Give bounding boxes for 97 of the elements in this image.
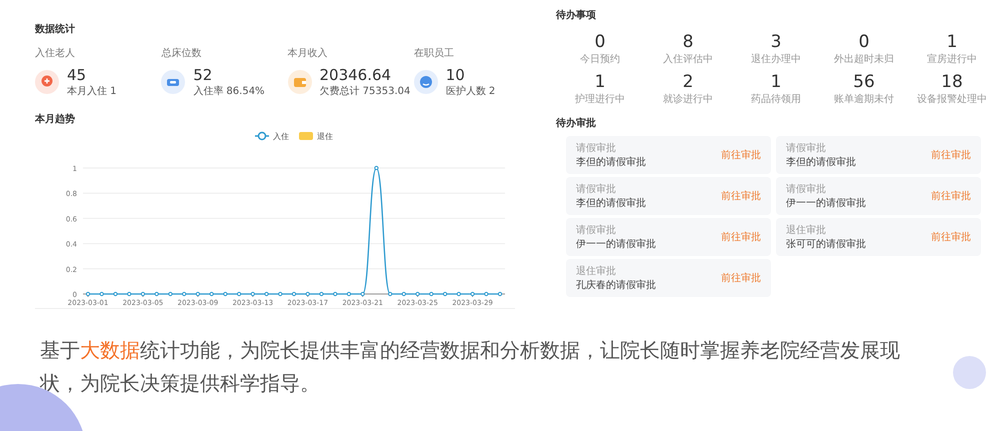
todo-label: 宣房进行中	[926, 52, 978, 66]
data-point	[360, 292, 365, 296]
data-point	[113, 292, 118, 296]
approval-title: 孔庆春的请假审批	[576, 278, 656, 292]
approve-link[interactable]: 前往审批	[931, 189, 971, 203]
data-point	[402, 292, 406, 296]
approval-title: 李但的请假审批	[786, 156, 856, 169]
todo-count: 3	[770, 32, 782, 52]
stat-label: 本月收入	[288, 46, 328, 60]
approve-link[interactable]: 前往审批	[721, 271, 761, 285]
wallet-icon	[288, 70, 312, 94]
bed-icon	[161, 70, 186, 94]
data-point	[250, 292, 255, 296]
approval-type: 请假审批	[576, 142, 617, 155]
section-title: 本月趋势	[35, 112, 76, 126]
data-point	[319, 292, 324, 296]
stat-subtext: 医护人数 2	[446, 84, 496, 98]
data-point	[498, 292, 502, 296]
data-point	[429, 292, 434, 296]
data-point	[210, 292, 214, 296]
stat-subtext: 本月入住 1	[67, 84, 117, 98]
stat-label: 入住老人	[35, 46, 76, 60]
legend-item[interactable]: 退住	[299, 132, 333, 141]
data-point	[484, 292, 488, 296]
data-point	[278, 292, 282, 296]
data-point	[127, 292, 132, 296]
todo-count: 2	[682, 72, 694, 92]
data-point	[374, 166, 378, 170]
todo-label: 今日预约	[579, 53, 621, 66]
person-icon	[414, 70, 438, 94]
data-point	[223, 292, 228, 296]
stat-label: 总床位数	[161, 46, 202, 60]
approve-link[interactable]: 前往审批	[721, 189, 761, 203]
data-point	[292, 292, 296, 296]
data-point	[140, 292, 146, 296]
legend-label: 退住	[317, 132, 333, 141]
section-title: 数据统计	[35, 22, 76, 36]
todo-count: 18	[940, 72, 964, 92]
stat-value: 45	[67, 66, 88, 84]
data-point	[442, 292, 448, 296]
todo-count: 56	[852, 72, 876, 92]
data-point	[306, 292, 310, 296]
stat-subtext: 欠费总计 75353.04	[320, 84, 410, 98]
stat-value: 20346.64	[320, 66, 392, 84]
todo-label: 退住办理中	[750, 52, 802, 66]
data-point	[346, 292, 352, 296]
data-point	[333, 292, 338, 296]
todo-count: 8	[682, 32, 694, 52]
approve-link[interactable]: 前往审批	[721, 230, 761, 244]
todo-count: 1	[946, 32, 958, 52]
approval-type: 请假审批	[786, 182, 827, 196]
todo-label: 账单逾期未付	[833, 92, 895, 106]
stat-value: 52	[193, 66, 214, 84]
todo-count: 1	[770, 72, 782, 92]
todo-label: 就诊进行中	[662, 92, 714, 106]
todo-label: 外出超时未归	[833, 52, 895, 66]
approval-type: 退住审批	[576, 264, 617, 278]
section-title: 待办审批	[556, 116, 597, 130]
data-point	[470, 292, 475, 296]
approval-type: 请假审批	[576, 182, 617, 196]
todo-label: 护理进行中	[574, 92, 626, 106]
approval-type: 退住审批	[786, 224, 827, 237]
data-point	[416, 292, 420, 296]
stat-value: 10	[446, 66, 466, 84]
approval-title: 李但的请假审批	[576, 196, 646, 210]
legend-item[interactable]: 入住	[255, 132, 289, 141]
todo-count: 0	[594, 32, 606, 52]
todo-label: 设备报警处理中	[916, 92, 988, 106]
decor-circle	[953, 356, 986, 389]
data-point	[456, 292, 461, 296]
plus-icon	[35, 70, 59, 94]
data-point	[100, 292, 104, 296]
data-point	[196, 292, 200, 296]
approve-link[interactable]: 前往审批	[931, 148, 971, 162]
data-point	[86, 292, 90, 296]
data-point	[182, 292, 186, 296]
todo-label: 入住评估中	[662, 52, 714, 66]
approval-title: 伊一一的请假审批	[576, 238, 656, 251]
data-point	[154, 292, 159, 296]
data-point	[168, 292, 172, 296]
approve-link[interactable]: 前往审批	[931, 230, 971, 244]
todo-count: 1	[594, 72, 606, 92]
data-point	[264, 292, 269, 296]
legend-label: 入住	[273, 132, 289, 141]
approval-title: 伊一一的请假审批	[786, 196, 866, 210]
stat-label: 在职员工	[414, 47, 455, 60]
data-point	[236, 292, 242, 296]
stat-subtext: 入住率 86.54%	[193, 84, 265, 98]
approval-title: 李但的请假审批	[576, 156, 646, 169]
todo-label: 药品待领用	[750, 92, 802, 106]
data-point	[388, 292, 392, 296]
section-title: 待办事项	[556, 8, 597, 22]
approval-type: 请假审批	[786, 142, 827, 155]
approve-link[interactable]: 前往审批	[721, 148, 761, 162]
approval-title: 张可可的请假审批	[786, 238, 866, 251]
todo-count: 0	[858, 32, 870, 52]
approval-type: 请假审批	[576, 224, 617, 237]
